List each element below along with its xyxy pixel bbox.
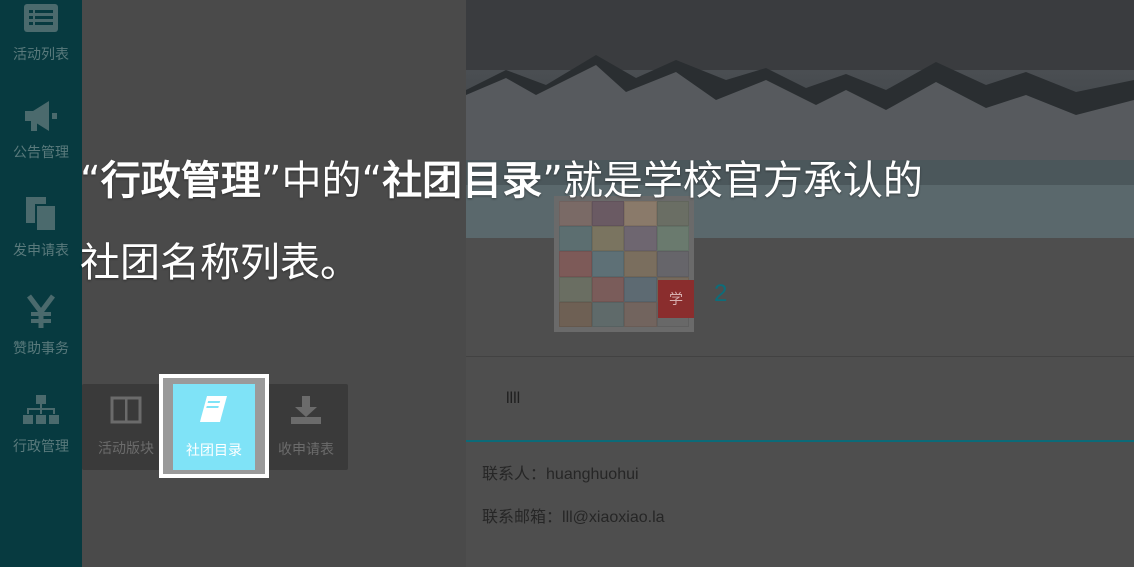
contact-label: 联系人：: [482, 466, 547, 483]
megaphone-icon: [21, 96, 61, 136]
submenu-item-club-directory[interactable]: 社团目录: [173, 384, 255, 470]
caption-bold-text: 行政管理: [100, 158, 261, 204]
contact-person-row: 联系人：huanghuohui: [482, 460, 639, 484]
sidebar-item-label: 行政管理: [13, 438, 69, 454]
sidebar-item-announcements[interactable]: 公告管理: [0, 76, 82, 174]
section-divider: [466, 440, 1134, 442]
submenu-item-label: 收申请表: [278, 441, 334, 457]
email-value[interactable]: lll@xiaoxiao.la: [562, 509, 665, 526]
download-icon: [289, 395, 323, 429]
sidebar-item-activity-list[interactable]: 活动列表: [0, 0, 82, 76]
list-icon: [21, 0, 61, 38]
contact-value: huanghuohui: [546, 466, 639, 483]
caption-text: ”就是学校官方承认的: [542, 158, 923, 204]
club-member-count: 2: [714, 280, 728, 307]
copy-icon: [21, 194, 61, 234]
caption-text: ”中的“: [260, 158, 383, 204]
sidebar: 活动列表 公告管理 发申请表 赞助事务 行政管理: [0, 0, 82, 567]
yen-icon: [21, 292, 61, 332]
book-icon: [198, 394, 230, 428]
submenu-item-label: 社团目录: [186, 442, 242, 458]
club-short-name: llll: [506, 390, 521, 407]
sidebar-item-label: 发申请表: [13, 242, 69, 258]
sidebar-item-administration[interactable]: 行政管理: [0, 370, 82, 468]
tutorial-caption-line2: 社团名称列表。: [80, 240, 360, 286]
sidebar-item-sponsorship[interactable]: 赞助事务: [0, 272, 82, 370]
email-label: 联系邮箱：: [482, 509, 563, 526]
divider: [466, 356, 1134, 357]
submenu-item-activity-sections[interactable]: 活动版块: [82, 384, 170, 470]
tutorial-caption-line1: “行政管理”中的“社团目录”就是学校官方承认的: [80, 148, 923, 206]
submenu-item-collect-forms[interactable]: 收申请表: [262, 384, 350, 470]
submenu-item-label: 活动版块: [98, 440, 154, 456]
org-chart-icon: [21, 390, 61, 430]
sidebar-item-label: 赞助事务: [13, 340, 69, 356]
club-category-badge: 学: [658, 280, 694, 318]
sidebar-item-label: 公告管理: [13, 144, 69, 160]
sidebar-item-label: 活动列表: [13, 46, 69, 62]
sidebar-item-issue-forms[interactable]: 发申请表: [0, 174, 82, 272]
caption-bold-text: 社团目录: [382, 158, 543, 204]
columns-icon: [110, 396, 142, 428]
caption-text: “: [80, 158, 101, 204]
contact-email-row: 联系邮箱：lll@xiaoxiao.la: [482, 503, 665, 527]
